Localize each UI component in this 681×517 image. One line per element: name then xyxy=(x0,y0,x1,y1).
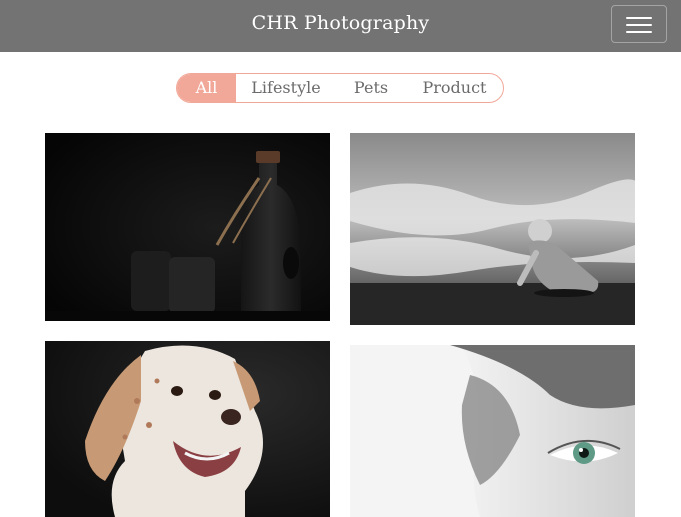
bottle-and-cups-image xyxy=(45,133,330,321)
filter-group: All Lifestyle Pets Product xyxy=(176,73,504,103)
child-eye-closeup-image xyxy=(350,345,635,517)
gallery-photo-pets-dog[interactable] xyxy=(45,341,330,517)
hamburger-menu-icon xyxy=(626,17,652,19)
navbar: CHR Photography xyxy=(0,0,681,52)
filter-product[interactable]: Product xyxy=(406,74,503,102)
gallery-photo-lifestyle-beach[interactable] xyxy=(350,133,635,325)
gallery-photo-product[interactable] xyxy=(45,133,330,321)
brand-title[interactable]: CHR Photography xyxy=(0,12,681,34)
child-on-beach-image xyxy=(350,133,635,325)
filter-pets[interactable]: Pets xyxy=(336,74,406,102)
filter-all[interactable]: All xyxy=(177,74,236,102)
menu-toggle-button[interactable] xyxy=(611,5,667,43)
dog-portrait-image xyxy=(45,341,330,517)
gallery-photo-lifestyle-portrait[interactable] xyxy=(350,345,635,517)
filter-lifestyle[interactable]: Lifestyle xyxy=(236,74,336,102)
